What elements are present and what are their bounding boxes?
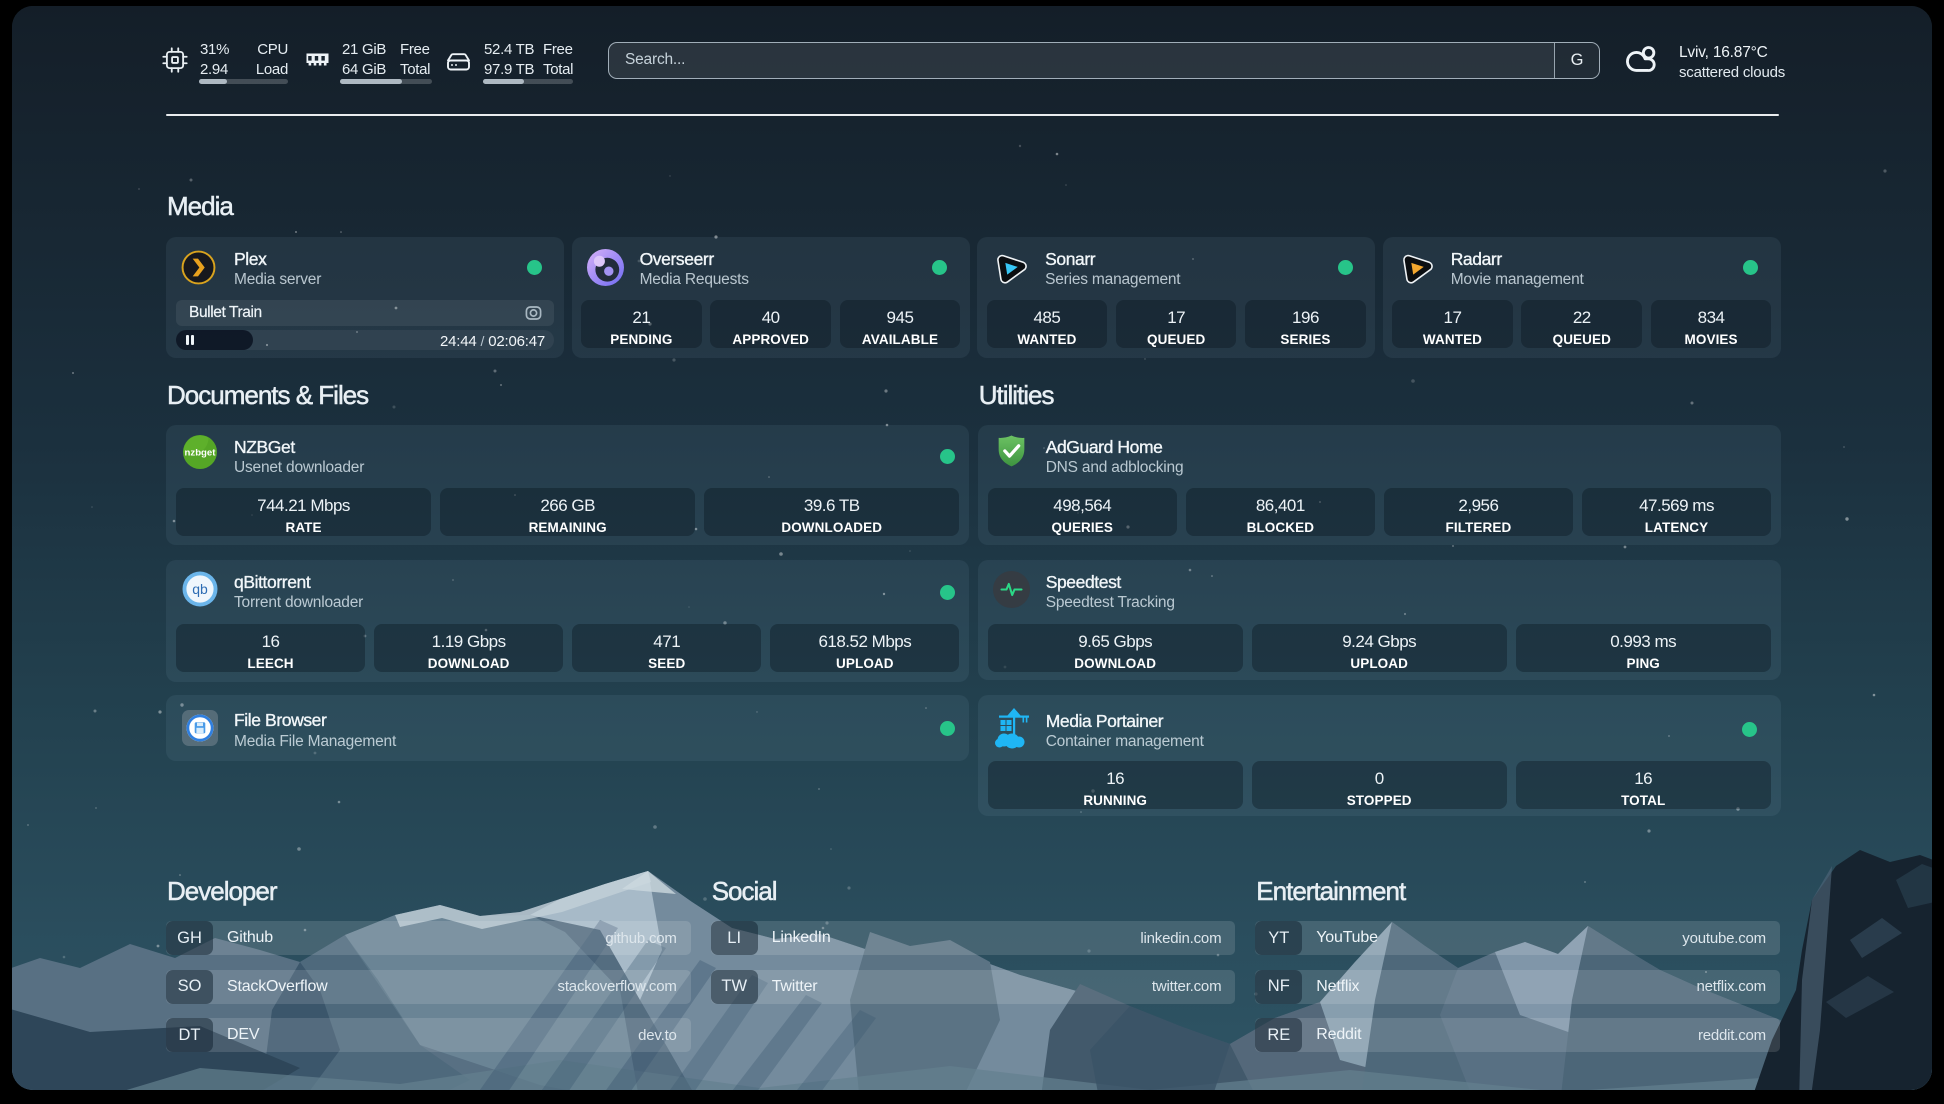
svg-text:qb: qb xyxy=(192,581,208,597)
svg-text:nzbget: nzbget xyxy=(185,448,217,459)
